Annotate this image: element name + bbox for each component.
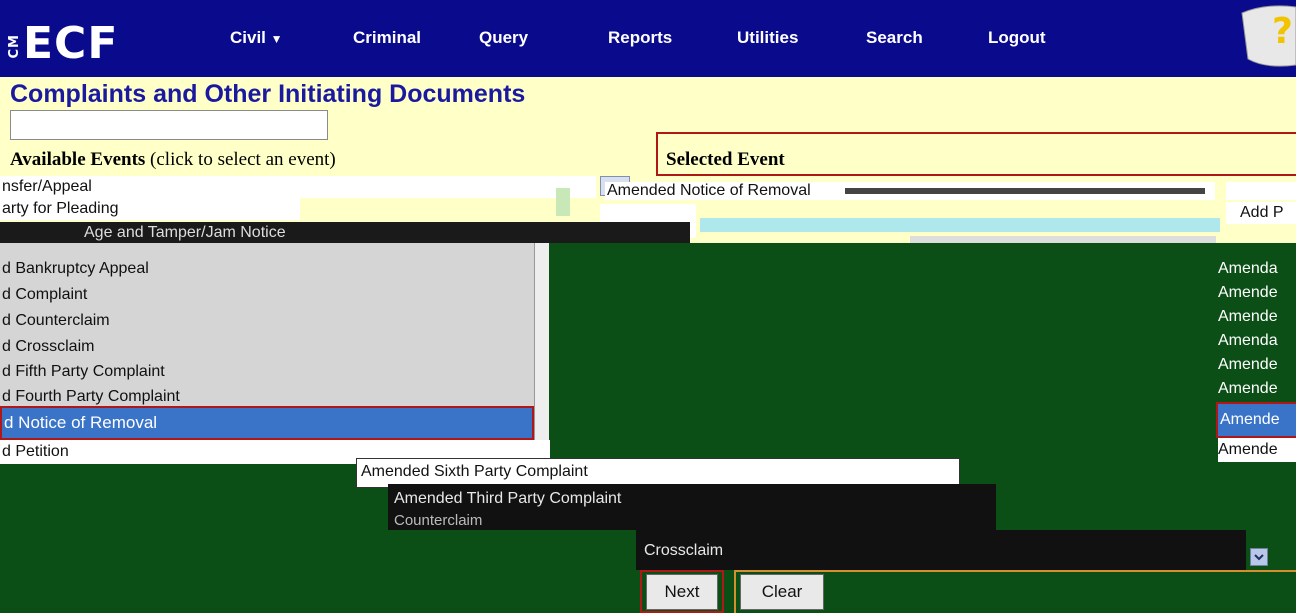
list-item[interactable]: d Counterclaim xyxy=(0,309,536,333)
list-item[interactable]: Amende xyxy=(1218,281,1278,305)
nav-criminal[interactable]: Criminal xyxy=(353,28,421,48)
ecf-logo: CMECF xyxy=(7,18,119,69)
list-strip-1: nsfer/Appeal xyxy=(0,176,596,198)
scroll-fragment xyxy=(556,188,570,216)
selected-events-item-selected[interactable]: Amende xyxy=(1216,402,1296,438)
list-item[interactable]: Amende xyxy=(1218,305,1278,329)
selected-event-heading: Selected Event xyxy=(666,149,785,170)
nav-utilities[interactable]: Utilities xyxy=(737,28,798,48)
svg-text:?: ? xyxy=(1272,11,1293,52)
nav-query[interactable]: Query xyxy=(479,28,528,48)
event-filter-input[interactable] xyxy=(10,110,328,140)
list-item[interactable]: Amende xyxy=(1218,377,1278,401)
top-nav-bar: CMECF Civil ▼ Criminal Query Reports Uti… xyxy=(0,0,1296,77)
selected-event-strip: Amended Notice of Removal xyxy=(605,182,1215,200)
list-item-selected[interactable]: d Notice of Removal xyxy=(0,406,534,440)
list-strip-3: Age and Tamper/Jam Notice xyxy=(0,222,690,244)
nav-search[interactable]: Search xyxy=(866,28,923,48)
list-item[interactable]: Amenda xyxy=(1218,329,1278,353)
page-title: Complaints and Other Initiating Document… xyxy=(10,80,526,108)
list-item[interactable]: Amende xyxy=(1218,438,1296,462)
nav-logout[interactable]: Logout xyxy=(988,28,1046,48)
help-icon[interactable]: ? xyxy=(1236,3,1296,71)
chevron-down-icon: ▼ xyxy=(270,32,283,46)
list-item[interactable]: d Complaint xyxy=(0,283,87,307)
dropdown-arrow-icon[interactable] xyxy=(1250,548,1268,566)
list-strip-2: arty for Pleading xyxy=(0,198,300,220)
list-item[interactable]: d Fifth Party Complaint xyxy=(0,360,165,384)
available-events-heading: Available Events (click to select an eve… xyxy=(10,149,336,170)
list-scrollbar[interactable] xyxy=(534,243,549,443)
list-item[interactable]: d Crossclaim xyxy=(0,335,536,359)
event-item-crossclaim[interactable]: Crossclaim xyxy=(636,530,1246,570)
list-item[interactable]: d Bankruptcy Appeal xyxy=(0,257,149,281)
list-item[interactable]: Amenda xyxy=(1218,257,1278,281)
list-item[interactable]: Amende xyxy=(1218,353,1278,377)
nav-civil[interactable]: Civil ▼ xyxy=(230,28,283,48)
event-item-third-party[interactable]: Amended Third Party Complaint Countercla… xyxy=(388,484,996,530)
next-button[interactable]: Next xyxy=(646,574,718,610)
nav-reports[interactable]: Reports xyxy=(608,28,672,48)
clear-button[interactable]: Clear xyxy=(740,574,824,610)
